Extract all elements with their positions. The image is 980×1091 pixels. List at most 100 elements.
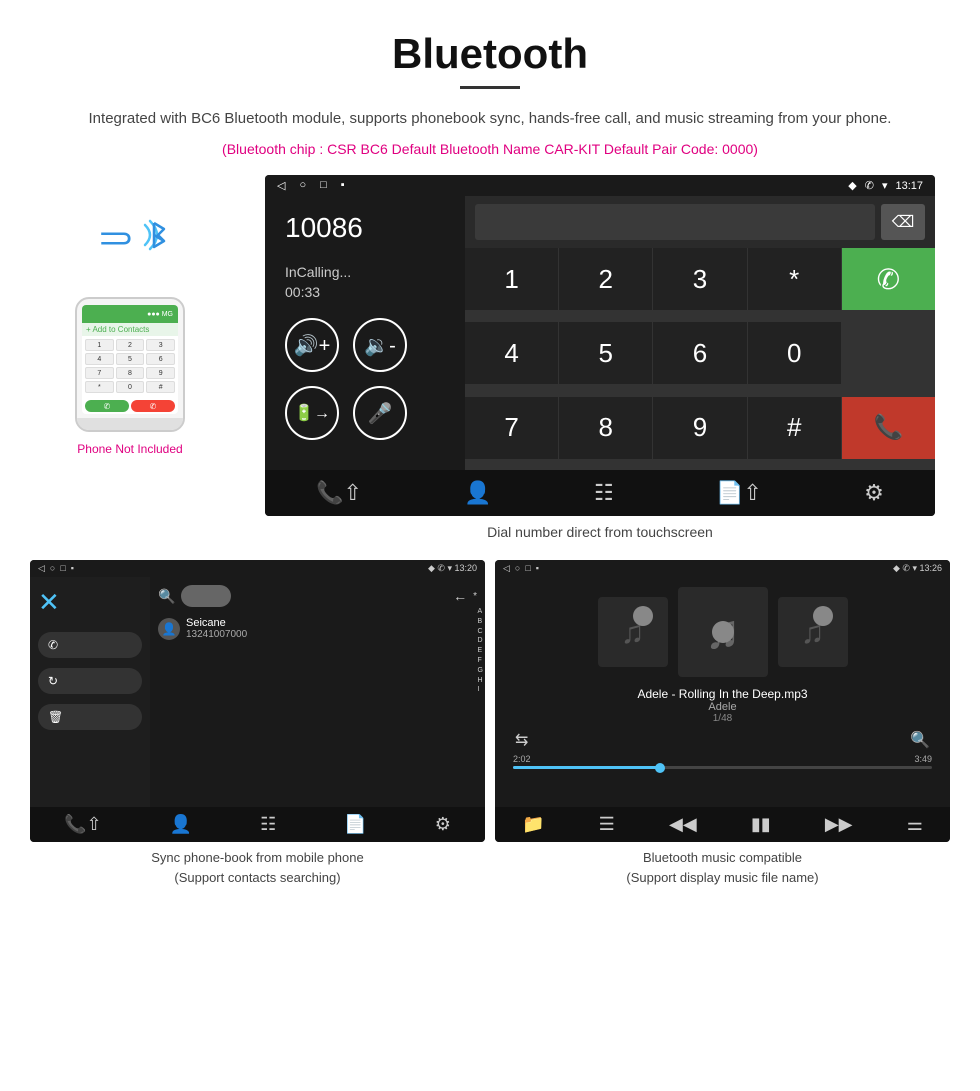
car-key-4[interactable]: 4 <box>465 322 558 384</box>
pb-contact-avatar: 👤 <box>158 618 180 640</box>
music-section: ◁ ○ □ ▪ ◆ ✆ ▾ 13:26 ♫ ♫ <box>495 560 950 887</box>
car-backspace-button[interactable]: ⌫ <box>881 204 925 240</box>
pb-phone-nav[interactable]: 📞⇧ <box>64 814 102 835</box>
phone-key-2: 2 <box>116 339 145 351</box>
car-key-5[interactable]: 5 <box>559 322 652 384</box>
phone-top-bar: ●●● MG <box>82 305 178 323</box>
location-icon: ◆ <box>848 179 856 192</box>
music-screen: ◁ ○ □ ▪ ◆ ✆ ▾ 13:26 ♫ ♫ <box>495 560 950 842</box>
phone-key-8: 8 <box>116 367 145 379</box>
pb-settings-nav[interactable]: ⚙ <box>435 814 451 835</box>
title-underline <box>460 86 520 89</box>
music-next-icon[interactable]: ▶▶ <box>825 814 853 835</box>
home-nav-icon: ○ <box>299 179 306 192</box>
music-main-area: ♫ ♫ ♫ Adele - <box>495 577 950 807</box>
music-art-center: ♫ <box>678 587 768 677</box>
music-list-icon[interactable]: ☰ <box>599 814 615 835</box>
phone-key-0: 0 <box>116 381 145 393</box>
music-progress-dot <box>655 763 665 773</box>
car-key-2[interactable]: 2 <box>559 248 652 310</box>
music-art-row: ♫ ♫ ♫ <box>598 587 848 677</box>
phone-dialpad: 1 2 3 4 5 6 7 8 9 * <box>82 336 178 398</box>
music-search-icon[interactable]: 🔍 <box>910 730 930 750</box>
pb-contact-name: Seicane <box>186 617 247 629</box>
pb-nav-icons: ◁ ○ □ ▪ <box>38 563 74 574</box>
volume-down-button[interactable]: 🔉- <box>353 318 407 372</box>
car-call-button[interactable]: ✆ <box>842 248 935 310</box>
music-eq-icon[interactable]: ⚌ <box>907 814 923 835</box>
music-prev-icon[interactable]: ◀◀ <box>669 814 697 835</box>
car-dialpad-icon[interactable]: ☷ <box>594 480 614 506</box>
phone-call-red: ✆ <box>131 400 175 412</box>
music-metadata: Adele - Rolling In the Deep.mp3 Adele 1/… <box>637 687 807 724</box>
mute-button[interactable]: 🎤 <box>353 386 407 440</box>
car-settings-icon[interactable]: ⚙ <box>864 480 884 506</box>
music-folder-icon[interactable]: 📁 <box>522 814 544 835</box>
music-shuffle-icon[interactable]: ⇆ <box>515 730 528 750</box>
car-key-8[interactable]: 8 <box>559 397 652 459</box>
car-key-7[interactable]: 7 <box>465 397 558 459</box>
pb-log-nav[interactable]: 📄 <box>344 814 366 835</box>
phone-call-green: ✆ <box>85 400 129 412</box>
car-contacts-icon[interactable]: 👤 <box>464 480 491 506</box>
phone-side: ⥰ ●●● MG + Add to Contacts 1 2 <box>30 175 230 456</box>
pb-phone-pill[interactable]: ✆ <box>38 632 142 658</box>
notification-icon: ▪ <box>341 179 345 192</box>
car-key-9[interactable]: 9 <box>653 397 746 459</box>
transfer-call-button[interactable]: 🔋→ <box>285 386 339 440</box>
car-end-call-button[interactable]: 📞 <box>842 397 935 459</box>
car-ctrl-row-2: 🔋→ 🎤 <box>285 386 445 440</box>
car-log-icon[interactable]: 📄⇧ <box>716 480 762 506</box>
wifi-icon: ▾ <box>882 179 888 192</box>
pb-delete-pill[interactable]: 🗑 <box>38 704 142 730</box>
pb-contact-info: Seicane 13241007000 <box>186 617 247 640</box>
music-progress-wrap: 2:02 3:49 <box>505 754 940 769</box>
pb-contact-number: 13241007000 <box>186 629 247 640</box>
car-key-1[interactable]: 1 <box>465 248 558 310</box>
music-song-title: Adele - Rolling In the Deep.mp3 <box>637 687 807 701</box>
music-caption: Bluetooth music compatible(Support displ… <box>626 848 818 887</box>
car-input-field[interactable] <box>475 204 875 240</box>
pb-alphabet-index: A B C D E F G H I <box>478 607 483 695</box>
car-phone-nav-icon[interactable]: 📞⇧ <box>316 480 362 506</box>
pb-contacts-nav[interactable]: 👤 <box>170 814 192 835</box>
phone-not-included-label: Phone Not Included <box>77 442 182 456</box>
car-right-panel: ⌫ 1 2 3 * ✆ 4 5 6 0 7 <box>465 196 935 470</box>
car-status-bar: ◁ ○ □ ▪ ◆ ✆ ▾ 13:17 <box>265 175 935 196</box>
music-progress-fill <box>513 766 660 769</box>
description-text: Integrated with BC6 Bluetooth module, su… <box>0 107 980 141</box>
pb-search-oval[interactable] <box>181 585 231 607</box>
pb-sync-pill[interactable]: ↻ <box>38 668 142 694</box>
clock-display: 13:17 <box>895 180 923 192</box>
car-screen-caption: Dial number direct from touchscreen <box>487 524 713 540</box>
music-art-left: ♫ <box>598 597 668 667</box>
pb-dialpad-nav[interactable]: ☷ <box>260 814 276 835</box>
pb-search-icon[interactable]: 🔍 <box>158 588 175 605</box>
music-times: 2:02 3:49 <box>513 754 932 764</box>
car-screen-wrap: ◁ ○ □ ▪ ◆ ✆ ▾ 13:17 10086 InCalling... <box>250 175 950 540</box>
car-dialed-number: 10086 <box>285 212 445 244</box>
pb-delete-icon: 🗑 <box>48 710 63 724</box>
phone-signal-icon: ✆ <box>865 179 874 192</box>
car-key-0[interactable]: 0 <box>748 322 841 384</box>
pb-bluetooth-icon: ✕ <box>38 587 142 618</box>
music-artist-name: Adele <box>637 701 807 713</box>
pb-right-panel: 🔍 ← * 👤 Seicane 13241007000 A <box>150 577 485 807</box>
phone-key-7: 7 <box>85 367 114 379</box>
car-key-hash[interactable]: # <box>748 397 841 459</box>
music-controls-row: ⇆ 🔍 <box>505 730 940 750</box>
volume-up-button[interactable]: 🔊+ <box>285 318 339 372</box>
music-progress-bar[interactable] <box>513 766 932 769</box>
pb-sync-icon: ↻ <box>48 674 58 688</box>
pb-back-button[interactable]: ← <box>453 588 467 604</box>
car-key-star[interactable]: * <box>748 248 841 310</box>
car-key-3[interactable]: 3 <box>653 248 746 310</box>
recent-nav-icon: □ <box>320 179 327 192</box>
music-play-pause-icon[interactable]: ▮▮ <box>751 814 771 835</box>
music-status-bar: ◁ ○ □ ▪ ◆ ✆ ▾ 13:26 <box>495 560 950 577</box>
music-nav-icons: ◁ ○ □ ▪ <box>503 563 539 574</box>
car-status-right: ◆ ✆ ▾ 13:17 <box>848 179 923 192</box>
car-key-6[interactable]: 6 <box>653 322 746 384</box>
phone-key-hash: # <box>146 381 175 393</box>
phone-bottom-bar <box>77 418 183 430</box>
